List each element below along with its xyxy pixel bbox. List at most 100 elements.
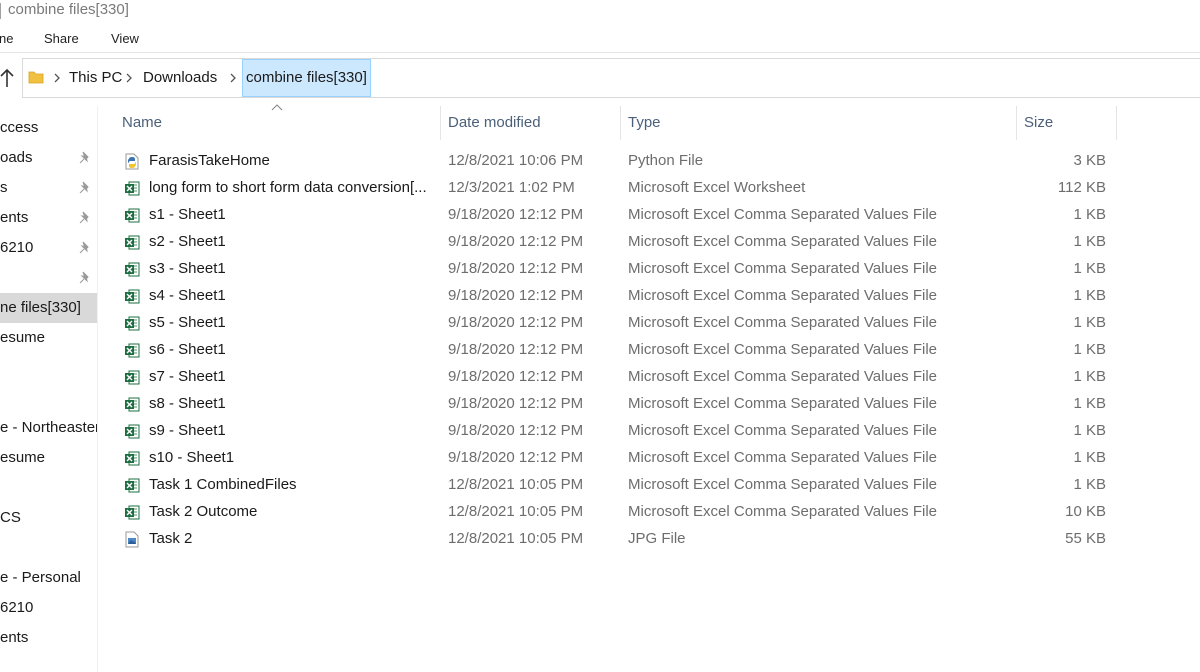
sidebar-item-label: CS bbox=[0, 509, 21, 526]
chevron-right-icon[interactable] bbox=[124, 72, 134, 84]
excel-csv-icon bbox=[124, 477, 140, 494]
sidebar-item[interactable]: ne files[330] bbox=[0, 293, 97, 323]
file-type: Microsoft Excel Comma Separated Values F… bbox=[628, 476, 938, 493]
pin-icon[interactable] bbox=[78, 241, 92, 255]
column-type[interactable]: Type bbox=[628, 106, 661, 140]
file-type: Microsoft Excel Worksheet bbox=[628, 179, 806, 196]
file-date-modified: 12/8/2021 10:05 PM bbox=[448, 476, 584, 493]
excel-csv-icon bbox=[124, 396, 140, 413]
excel-csv-icon bbox=[124, 369, 140, 386]
file-row[interactable]: s6 - Sheet1 9/18/2020 12:12 PM Microsoft E… bbox=[98, 337, 1118, 364]
file-date-modified: 9/18/2020 12:12 PM bbox=[448, 368, 584, 385]
pin-icon[interactable] bbox=[78, 271, 92, 285]
sidebar-item[interactable]: s bbox=[0, 173, 97, 203]
file-name: s8 - Sheet1 bbox=[149, 395, 226, 412]
breadcrumb-current-folder[interactable]: combine files[330] bbox=[242, 59, 371, 97]
file-row[interactable]: Task 2 12/8/2021 10:05 PM JPG File 55 KB bbox=[98, 526, 1118, 553]
chevron-right-icon[interactable] bbox=[228, 72, 238, 84]
pin-icon[interactable] bbox=[78, 151, 92, 165]
sidebar-item[interactable]: CS bbox=[0, 503, 97, 533]
sidebar-item[interactable]: ents bbox=[0, 623, 97, 653]
file-type: Microsoft Excel Comma Separated Values F… bbox=[628, 287, 938, 304]
file-type: Microsoft Excel Comma Separated Values F… bbox=[628, 233, 938, 250]
excel-csv-icon bbox=[124, 315, 140, 332]
sidebar-item[interactable]: esume bbox=[0, 323, 97, 353]
column-separator[interactable] bbox=[620, 106, 621, 140]
sidebar-item[interactable]: 6210 bbox=[0, 593, 97, 623]
column-separator[interactable] bbox=[1016, 106, 1017, 140]
sidebar-item-label: oads bbox=[0, 149, 33, 166]
file-size: 1 KB bbox=[1073, 449, 1106, 466]
file-name: Task 1 CombinedFiles bbox=[149, 476, 297, 493]
file-type: Microsoft Excel Comma Separated Values F… bbox=[628, 368, 938, 385]
file-name: Task 2 Outcome bbox=[149, 503, 258, 520]
breadcrumb-downloads[interactable]: Downloads bbox=[143, 59, 217, 97]
file-date-modified: 12/8/2021 10:05 PM bbox=[448, 530, 584, 547]
file-size: 112 KB bbox=[1057, 179, 1106, 196]
file-row[interactable]: s8 - Sheet1 9/18/2020 12:12 PM Microsoft E… bbox=[98, 391, 1118, 418]
file-size: 55 KB bbox=[1065, 530, 1106, 547]
file-row[interactable]: Task 1 CombinedFiles 12/8/2021 10:05 PM Mi… bbox=[98, 472, 1118, 499]
column-size[interactable]: Size bbox=[1024, 106, 1053, 140]
file-row[interactable]: s3 - Sheet1 9/18/2020 12:12 PM Microsoft E… bbox=[98, 256, 1118, 283]
file-row[interactable]: FarasisTakeHome 12/8/2021 10:06 PM Python … bbox=[98, 148, 1118, 175]
excel-csv-icon bbox=[124, 450, 140, 467]
sidebar-item-label: ccess bbox=[0, 119, 39, 136]
sidebar-item[interactable]: e - Northeaster bbox=[0, 413, 97, 443]
file-name: s9 - Sheet1 bbox=[149, 422, 226, 439]
sidebar-item[interactable] bbox=[0, 473, 97, 503]
excel-csv-icon bbox=[124, 288, 140, 305]
file-row[interactable]: s9 - Sheet1 9/18/2020 12:12 PM Microsoft E… bbox=[98, 418, 1118, 445]
file-row[interactable]: long form to short form data conversion[… bbox=[98, 175, 1118, 202]
file-size: 3 KB bbox=[1073, 152, 1106, 169]
column-date-modified[interactable]: Date modified bbox=[448, 106, 541, 140]
column-separator[interactable] bbox=[1116, 106, 1117, 140]
file-row[interactable]: Task 2 Outcome 12/8/2021 10:05 PM Microsof… bbox=[98, 499, 1118, 526]
up-arrow-icon[interactable] bbox=[0, 68, 14, 88]
tab-view[interactable]: View bbox=[111, 31, 139, 46]
column-name[interactable]: Name bbox=[122, 106, 162, 140]
breadcrumb-this-pc[interactable]: This PC bbox=[69, 59, 122, 97]
tab-home[interactable]: ne bbox=[0, 31, 13, 46]
sidebar-item[interactable] bbox=[0, 533, 97, 563]
address-bar[interactable]: This PC Downloads combine files[330] bbox=[22, 58, 1200, 98]
file-size: 1 KB bbox=[1073, 476, 1106, 493]
file-size: 10 KB bbox=[1065, 503, 1106, 520]
pin-icon[interactable] bbox=[78, 181, 92, 195]
sidebar-item[interactable] bbox=[0, 263, 97, 293]
file-row[interactable]: s1 - Sheet1 9/18/2020 12:12 PM Microsoft E… bbox=[98, 202, 1118, 229]
sidebar-item[interactable] bbox=[0, 353, 97, 383]
chevron-right-icon[interactable] bbox=[52, 72, 62, 84]
file-row[interactable]: s10 - Sheet1 9/18/2020 12:12 PM Microsoft … bbox=[98, 445, 1118, 472]
sidebar-item[interactable]: e - Personal bbox=[0, 563, 97, 593]
file-type: Microsoft Excel Comma Separated Values F… bbox=[628, 260, 938, 277]
navigation-pane: ccess oads s ents 6210 ne files[330] esume e - … bbox=[0, 106, 97, 672]
file-row[interactable]: s7 - Sheet1 9/18/2020 12:12 PM Microsoft E… bbox=[98, 364, 1118, 391]
sidebar-item-label: 6210 bbox=[0, 239, 34, 256]
column-separator[interactable] bbox=[440, 106, 441, 140]
file-name: s1 - Sheet1 bbox=[149, 206, 226, 223]
sidebar-item[interactable]: ents bbox=[0, 203, 97, 233]
file-row[interactable]: s4 - Sheet1 9/18/2020 12:12 PM Microsoft E… bbox=[98, 283, 1118, 310]
file-date-modified: 9/18/2020 12:12 PM bbox=[448, 449, 584, 466]
file-date-modified: 9/18/2020 12:12 PM bbox=[448, 206, 584, 223]
sidebar-item[interactable]: ccess bbox=[0, 113, 97, 143]
file-type: Microsoft Excel Comma Separated Values F… bbox=[628, 206, 938, 223]
python-file-icon bbox=[124, 153, 140, 170]
file-row[interactable]: s5 - Sheet1 9/18/2020 12:12 PM Microsoft E… bbox=[98, 310, 1118, 337]
sidebar-item-label: esume bbox=[0, 329, 46, 346]
pin-icon[interactable] bbox=[78, 211, 92, 225]
sidebar-item[interactable] bbox=[0, 383, 97, 413]
folder-icon bbox=[28, 71, 44, 84]
tab-share[interactable]: Share bbox=[44, 31, 79, 46]
sidebar-item[interactable]: oads bbox=[0, 143, 97, 173]
sidebar-item[interactable]: esume bbox=[0, 443, 97, 473]
sidebar-item[interactable]: 6210 bbox=[0, 233, 97, 263]
file-type: Microsoft Excel Comma Separated Values F… bbox=[628, 422, 938, 439]
sidebar-item-label: ents bbox=[0, 629, 29, 646]
sidebar-item-label: e - Personal bbox=[0, 569, 81, 586]
file-size: 1 KB bbox=[1073, 341, 1106, 358]
sidebar-item-label: ents bbox=[0, 209, 29, 226]
file-row[interactable]: s2 - Sheet1 9/18/2020 12:12 PM Microsoft E… bbox=[98, 229, 1118, 256]
file-date-modified: 9/18/2020 12:12 PM bbox=[448, 287, 584, 304]
